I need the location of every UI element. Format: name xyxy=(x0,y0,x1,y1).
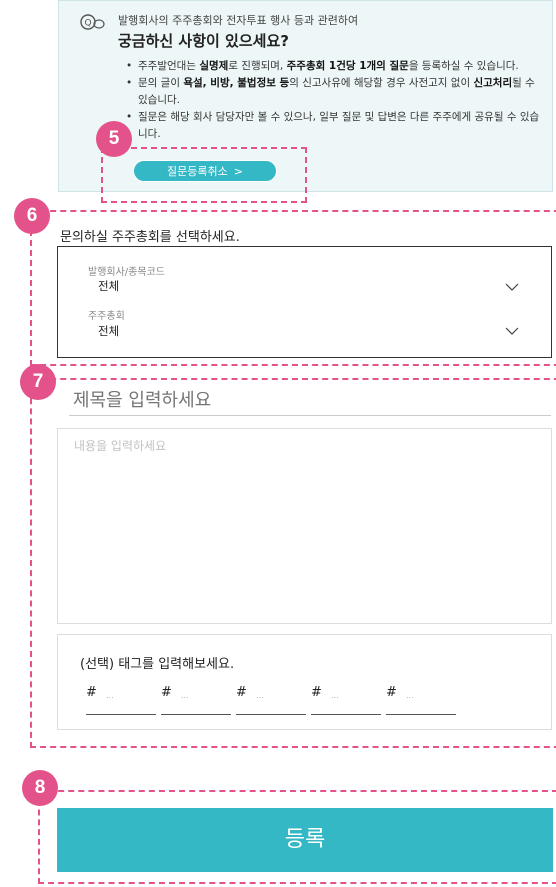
tag-input[interactable]: # ... xyxy=(386,685,456,715)
info-title: 궁금하신 사항이 있으세요? xyxy=(118,32,289,50)
callout-badge-5: 5 xyxy=(96,121,132,157)
svg-text:Q: Q xyxy=(84,19,91,29)
callout-badge-8: 8 xyxy=(22,770,58,806)
tag-input[interactable]: # ... xyxy=(236,685,306,715)
company-select[interactable]: 발행회사/종목코드 전체 xyxy=(58,247,551,303)
meeting-select-caption: 주주총회 xyxy=(88,311,125,322)
tag-input[interactable]: # ... xyxy=(311,685,381,715)
notice-item: 질문은 해당 회사 담당자만 볼 수 있으나, 일부 질문 및 답변은 다른 주… xyxy=(126,109,541,143)
chevron-down-icon xyxy=(505,283,519,291)
qna-chat-icon: Q xyxy=(80,14,105,30)
hash-icon: # xyxy=(386,685,397,700)
tag-input[interactable]: # ... xyxy=(86,685,156,715)
meeting-select[interactable]: 주주총회 전체 xyxy=(58,303,551,359)
notice-item: 문의 글이 욕설, 비방, 불법정보 등의 신고사유에 해당할 경우 사전고지 … xyxy=(126,75,541,109)
info-subtitle: 발행회사의 주주총회와 전자투표 행사 등과 관련하여 xyxy=(118,14,359,27)
hash-icon: # xyxy=(86,685,97,700)
company-select-caption: 발행회사/종목코드 xyxy=(88,267,165,278)
tag-input-panel: (선택) 태그를 입력해보세요. # ... # ... # ... # ...… xyxy=(57,634,552,730)
meeting-select-box: 발행회사/종목코드 전체 주주총회 전체 xyxy=(57,246,552,358)
hash-icon: # xyxy=(236,685,247,700)
meeting-select-label: 문의하실 주주총회를 선택하세요. xyxy=(60,230,240,245)
tag-placeholder: ... xyxy=(406,691,414,700)
callout-frame-5 xyxy=(101,147,307,203)
tag-placeholder: ... xyxy=(256,691,264,700)
tag-input[interactable]: # ... xyxy=(161,685,231,715)
content-placeholder: 내용을 입력하세요 xyxy=(74,439,167,453)
tag-placeholder: ... xyxy=(331,691,339,700)
company-select-value: 전체 xyxy=(98,279,120,293)
meeting-select-value: 전체 xyxy=(98,324,120,338)
callout-badge-6: 6 xyxy=(14,198,50,234)
question-content-textarea[interactable]: 내용을 입력하세요 xyxy=(57,428,552,624)
callout-badge-7: 7 xyxy=(20,364,56,400)
tag-placeholder: ... xyxy=(106,691,114,700)
question-title-input[interactable] xyxy=(69,386,551,416)
chevron-down-icon xyxy=(505,327,519,335)
hash-icon: # xyxy=(311,685,322,700)
tag-placeholder: ... xyxy=(181,691,189,700)
submit-button[interactable]: 등록 xyxy=(57,808,553,872)
info-notice-list: 주주발언대는 실명제로 진행되며, 주주총회 1건당 1개의 질문을 등록하실 … xyxy=(126,58,541,143)
notice-item: 주주발언대는 실명제로 진행되며, 주주총회 1건당 1개의 질문을 등록하실 … xyxy=(126,58,541,75)
tag-panel-title: (선택) 태그를 입력해보세요. xyxy=(80,657,235,672)
hash-icon: # xyxy=(161,685,172,700)
